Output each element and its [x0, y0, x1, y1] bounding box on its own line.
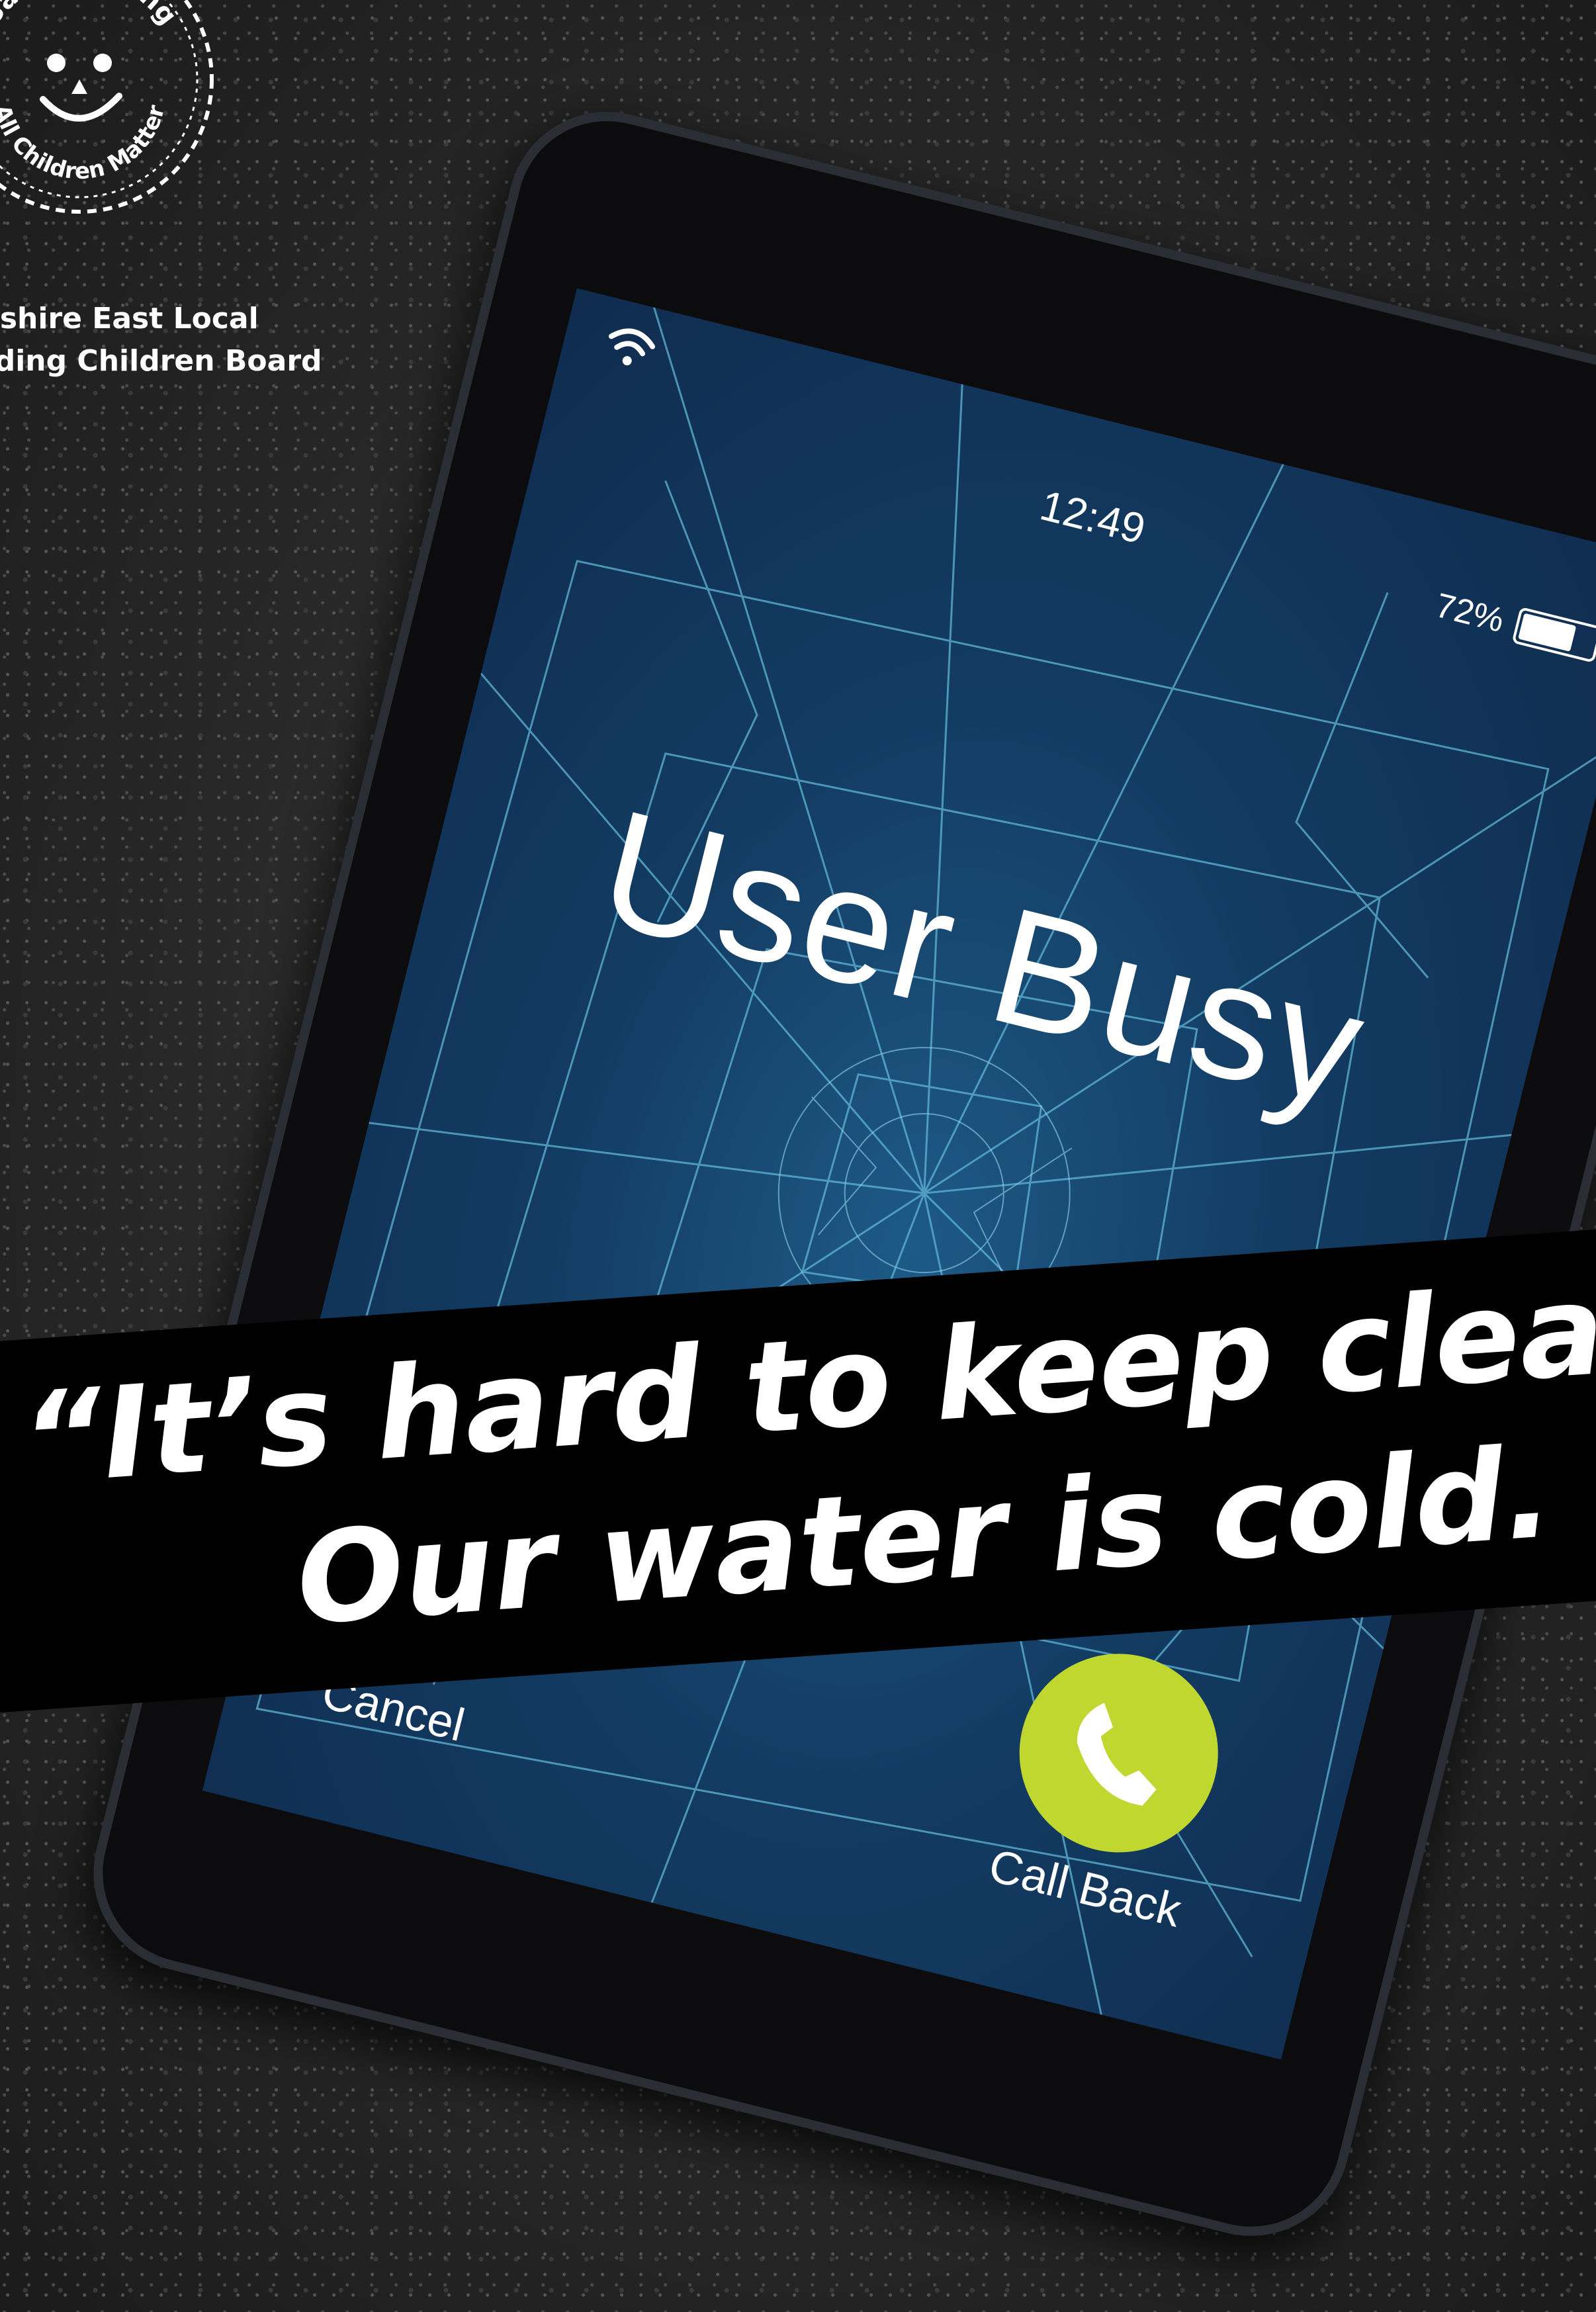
poster: 12:49 72% User Busy Cancel Call Back g C… — [0, 0, 1596, 2312]
phone-screen: 12:49 72% User Busy Cancel Call Back — [202, 288, 1596, 2060]
logo-left-eye — [47, 54, 66, 72]
safeguarding-logo: Safeguarding All Children Matter — [0, 0, 214, 214]
board-name: eshire East Local rding Children Board — [0, 302, 322, 378]
svg-text:Safeguarding: Safeguarding — [0, 0, 183, 30]
logo-ring-text-top: Safeguarding — [0, 0, 183, 30]
logo-nose — [71, 79, 87, 94]
logo-ring-text-bottom: All Children Matter — [0, 102, 170, 185]
svg-text:All Children Matter: All Children Matter — [0, 102, 170, 185]
cracked-glass-graphic — [240, 307, 1596, 2016]
logo-right-eye — [93, 54, 112, 72]
logo-smile — [40, 93, 122, 122]
phone-handset-icon — [1077, 1703, 1157, 1806]
phone-device: 12:49 72% User Busy Cancel Call Back — [72, 91, 1596, 2257]
